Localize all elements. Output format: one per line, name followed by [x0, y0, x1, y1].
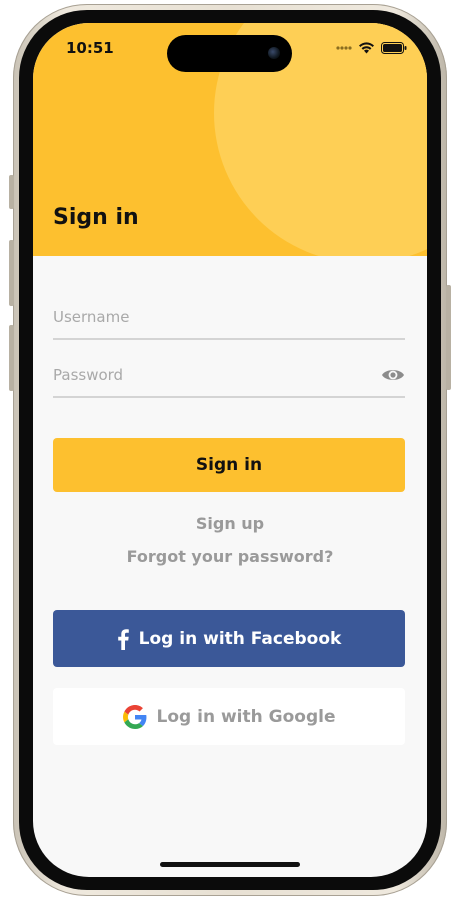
- sign-up-link[interactable]: Sign up: [33, 514, 427, 533]
- wifi-icon: [359, 42, 374, 54]
- password-input[interactable]: [53, 356, 373, 394]
- google-login-label: Log in with Google: [156, 706, 336, 727]
- status-time: 10:51: [66, 39, 114, 57]
- home-indicator[interactable]: [160, 862, 300, 867]
- google-login-button[interactable]: Log in with Google: [53, 688, 405, 745]
- volume-down-button: [9, 325, 14, 391]
- password-field: [53, 356, 405, 398]
- dynamic-island: [167, 35, 292, 72]
- action-button: [9, 175, 14, 209]
- battery-icon: [381, 41, 407, 54]
- signal-dots-icon: [336, 45, 352, 50]
- app-screen: 10:51 Sign in Username Sign in Sign up F…: [33, 23, 427, 877]
- google-icon: [122, 704, 146, 729]
- status-icons: [336, 41, 407, 54]
- camera-icon: [268, 47, 280, 59]
- facebook-login-label: Log in with Facebook: [138, 628, 342, 649]
- header: 10:51 Sign in: [33, 23, 427, 256]
- sign-in-button[interactable]: Sign in: [53, 438, 405, 492]
- power-button: [446, 285, 451, 390]
- username-input[interactable]: [53, 298, 373, 336]
- forgot-password-link[interactable]: Forgot your password?: [33, 547, 427, 566]
- page-title: Sign in: [53, 205, 139, 230]
- username-field: [53, 298, 405, 340]
- facebook-login-button[interactable]: Log in with Facebook: [53, 610, 405, 667]
- volume-up-button: [9, 240, 14, 306]
- eye-icon[interactable]: [381, 365, 405, 385]
- facebook-icon: [117, 628, 129, 650]
